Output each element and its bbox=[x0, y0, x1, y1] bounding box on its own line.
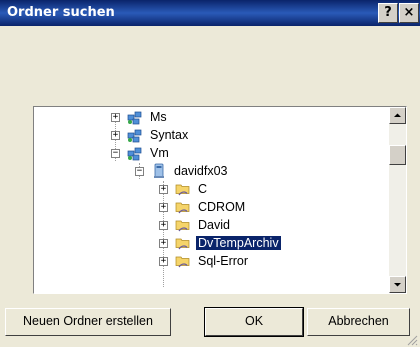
expand-icon[interactable]: + bbox=[159, 202, 168, 212]
tree-node-label: Sql-Error bbox=[198, 254, 249, 268]
shared-folder-icon bbox=[175, 253, 191, 269]
tree-node-c[interactable]: + C bbox=[159, 180, 209, 198]
tree-node-sql-error[interactable]: + Sql-Error bbox=[159, 252, 250, 270]
expand-icon[interactable]: + bbox=[159, 184, 168, 194]
computer-icon bbox=[151, 163, 167, 179]
expand-icon[interactable]: + bbox=[111, 130, 120, 140]
tree-node-label: David bbox=[198, 218, 230, 232]
network-workgroup-icon bbox=[127, 109, 143, 125]
folder-tree[interactable]: + Ms + Syntax − Vm − davidfx03 + C + CDR… bbox=[33, 106, 407, 294]
tree-content: + Ms + Syntax − Vm − davidfx03 + C + CDR… bbox=[34, 107, 386, 293]
collapse-icon[interactable]: − bbox=[111, 148, 120, 158]
title-bar[interactable]: Ordner suchen ? × bbox=[0, 0, 420, 26]
scroll-up-button[interactable] bbox=[389, 107, 406, 124]
tree-node-dvtemparchiv[interactable]: + DvTempArchiv bbox=[159, 234, 282, 252]
network-workgroup-icon bbox=[127, 145, 143, 161]
close-button[interactable]: × bbox=[399, 3, 419, 23]
tree-node-label: Ms bbox=[150, 110, 167, 124]
new-folder-button[interactable]: Neuen Ordner erstellen bbox=[5, 308, 171, 336]
expand-icon[interactable]: + bbox=[159, 238, 168, 248]
resize-grip-icon[interactable] bbox=[405, 333, 418, 346]
browse-folder-dialog: Ordner suchen ? × + Ms + Syntax − Vm − d… bbox=[0, 0, 420, 347]
tree-node-davidfx03[interactable]: − davidfx03 bbox=[135, 162, 230, 180]
arrow-down-icon bbox=[394, 283, 401, 287]
collapse-icon[interactable]: − bbox=[135, 166, 144, 176]
tree-node-david[interactable]: + David bbox=[159, 216, 232, 234]
tree-node-cdrom[interactable]: + CDROM bbox=[159, 198, 247, 216]
tree-node-syntax[interactable]: + Syntax bbox=[111, 126, 190, 144]
shared-folder-icon bbox=[175, 181, 191, 197]
cancel-button[interactable]: Abbrechen bbox=[307, 308, 410, 336]
shared-folder-icon bbox=[175, 217, 191, 233]
expand-icon[interactable]: + bbox=[159, 220, 168, 230]
tree-node-label: Vm bbox=[150, 146, 169, 160]
network-workgroup-icon bbox=[127, 127, 143, 143]
help-button[interactable]: ? bbox=[378, 3, 398, 23]
tree-node-vm[interactable]: − Vm bbox=[111, 144, 171, 162]
shared-folder-icon bbox=[175, 235, 191, 251]
expand-icon[interactable]: + bbox=[159, 256, 168, 266]
vertical-scrollbar[interactable] bbox=[389, 107, 406, 293]
tree-node-label: davidfx03 bbox=[174, 164, 228, 178]
tree-node-ms[interactable]: + Ms bbox=[111, 108, 169, 126]
tree-node-label: CDROM bbox=[198, 200, 246, 214]
description-area bbox=[10, 34, 410, 104]
scroll-down-button[interactable] bbox=[389, 276, 406, 293]
window-title: Ordner suchen bbox=[7, 5, 115, 20]
arrow-up-icon bbox=[394, 113, 401, 117]
ok-button[interactable]: OK bbox=[204, 307, 304, 337]
tree-node-label: C bbox=[198, 182, 208, 196]
tree-node-label-selected: DvTempArchiv bbox=[195, 235, 282, 251]
tree-node-label: Syntax bbox=[150, 128, 189, 142]
shared-folder-icon bbox=[175, 199, 191, 215]
expand-icon[interactable]: + bbox=[111, 112, 120, 122]
scroll-thumb[interactable] bbox=[389, 145, 406, 165]
